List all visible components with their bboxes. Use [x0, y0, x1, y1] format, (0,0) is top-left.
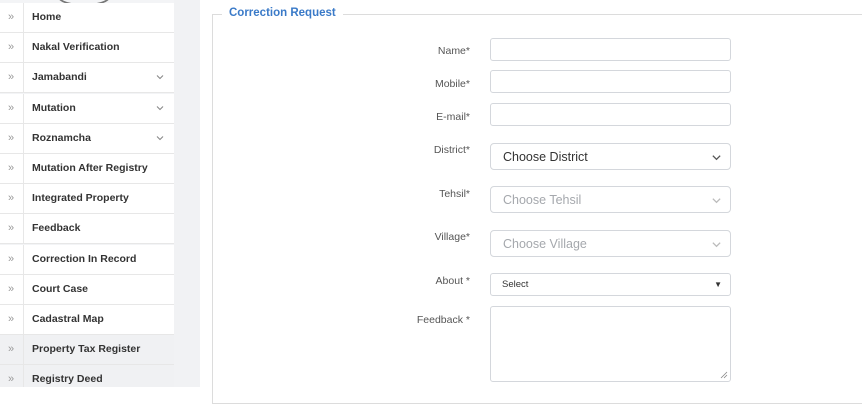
sidebar-item-correction-in-record[interactable]: » Correction In Record	[0, 244, 174, 275]
double-chevron-right-icon: »	[7, 282, 15, 295]
district-select-value: Choose District	[503, 150, 588, 164]
sidebar-item-integrated-property[interactable]: » Integrated Property	[0, 184, 174, 215]
sidebar-item-label: Mutation After Registry	[32, 162, 148, 174]
tehsil-select[interactable]: Choose Tehsil	[490, 186, 731, 213]
sidebar-gap	[174, 0, 200, 387]
sidebar-item-label: Correction In Record	[32, 252, 137, 265]
double-chevron-right-icon: »	[7, 131, 15, 144]
chevron-down-icon	[156, 105, 164, 110]
chevron-down-icon	[712, 198, 721, 204]
double-chevron-right-icon: »	[7, 313, 15, 325]
main-content: Correction Request Name* Mobile* E-mail*…	[200, 0, 862, 404]
sidebar-item-feedback[interactable]: » Feedback	[0, 214, 174, 245]
sidebar-item-nakal-verification[interactable]: » Nakal Verification	[0, 33, 174, 64]
name-input[interactable]	[490, 38, 731, 61]
chevron-down-icon	[712, 155, 721, 161]
district-select[interactable]: Choose District	[490, 143, 731, 170]
sidebar-item-label: Property Tax Register	[32, 343, 141, 356]
sidebar-item-label: Court Case	[32, 282, 89, 295]
double-chevron-right-icon: »	[7, 373, 15, 386]
double-chevron-right-icon: »	[7, 101, 15, 114]
double-chevron-right-icon: »	[7, 222, 15, 235]
feedback-textarea[interactable]	[490, 306, 731, 382]
double-chevron-right-icon: »	[7, 11, 15, 23]
chevron-down-icon	[156, 75, 164, 80]
sidebar-item-label: Roznamcha	[32, 131, 91, 144]
mobile-input[interactable]	[490, 70, 731, 93]
email-label: E-mail*	[436, 111, 470, 123]
sidebar-item-mutation[interactable]: » Mutation	[0, 93, 174, 124]
about-select[interactable]: Select ▼	[490, 273, 731, 296]
double-chevron-right-icon: »	[7, 162, 15, 174]
sidebar-item-label: Registry Deed	[32, 373, 103, 386]
tehsil-select-value: Choose Tehsil	[503, 193, 582, 207]
sidebar-item-label: Cadastral Map	[32, 313, 104, 325]
sidebar-item-home[interactable]: » Home	[0, 3, 174, 33]
sidebar-item-property-tax-register[interactable]: » Property Tax Register	[0, 335, 174, 366]
sidebar-item-label: Feedback	[32, 222, 81, 235]
form-legend: Correction Request	[222, 6, 343, 20]
caret-down-icon: ▼	[714, 280, 722, 289]
about-select-value: Select	[502, 279, 529, 290]
sidebar-item-registry-deed[interactable]: » Registry Deed	[0, 365, 174, 387]
village-select-value: Choose Village	[503, 237, 587, 251]
sidebar-item-label: Jamabandi	[32, 71, 87, 84]
sidebar-item-label: Nakal Verification	[32, 41, 120, 54]
about-label: About *	[435, 275, 470, 287]
double-chevron-right-icon: »	[7, 41, 15, 54]
village-label: Village*	[434, 231, 470, 243]
tehsil-label: Tehsil*	[439, 188, 470, 200]
chevron-down-icon	[156, 135, 164, 141]
sidebar-item-mutation-after-registry[interactable]: » Mutation After Registry	[0, 154, 174, 184]
village-select[interactable]: Choose Village	[490, 230, 731, 257]
sidebar-item-label: Mutation	[32, 101, 76, 114]
email-input[interactable]	[490, 103, 731, 126]
sidebar-item-cadastral-map[interactable]: » Cadastral Map	[0, 305, 174, 335]
district-label: District*	[433, 144, 470, 156]
sidebar-item-jamabandi[interactable]: » Jamabandi	[0, 63, 174, 94]
feedback-label: Feedback *	[416, 314, 470, 326]
chevron-down-icon	[712, 242, 721, 248]
sidebar-item-label: Integrated Property	[32, 192, 129, 205]
sidebar-item-court-case[interactable]: » Court Case	[0, 274, 174, 305]
sidebar-item-label: Home	[32, 11, 62, 23]
sidebar: » Home » Nakal Verification » Jamabandi » Mutat…	[0, 0, 175, 387]
double-chevron-right-icon: »	[7, 192, 15, 205]
double-chevron-right-icon: »	[7, 343, 15, 356]
name-label: Name*	[437, 45, 470, 57]
double-chevron-right-icon: »	[7, 252, 15, 265]
double-chevron-right-icon: »	[7, 71, 15, 84]
sidebar-item-roznamcha[interactable]: » Roznamcha	[0, 123, 174, 154]
mobile-label: Mobile*	[434, 78, 470, 90]
resize-grip-icon[interactable]	[720, 371, 728, 379]
